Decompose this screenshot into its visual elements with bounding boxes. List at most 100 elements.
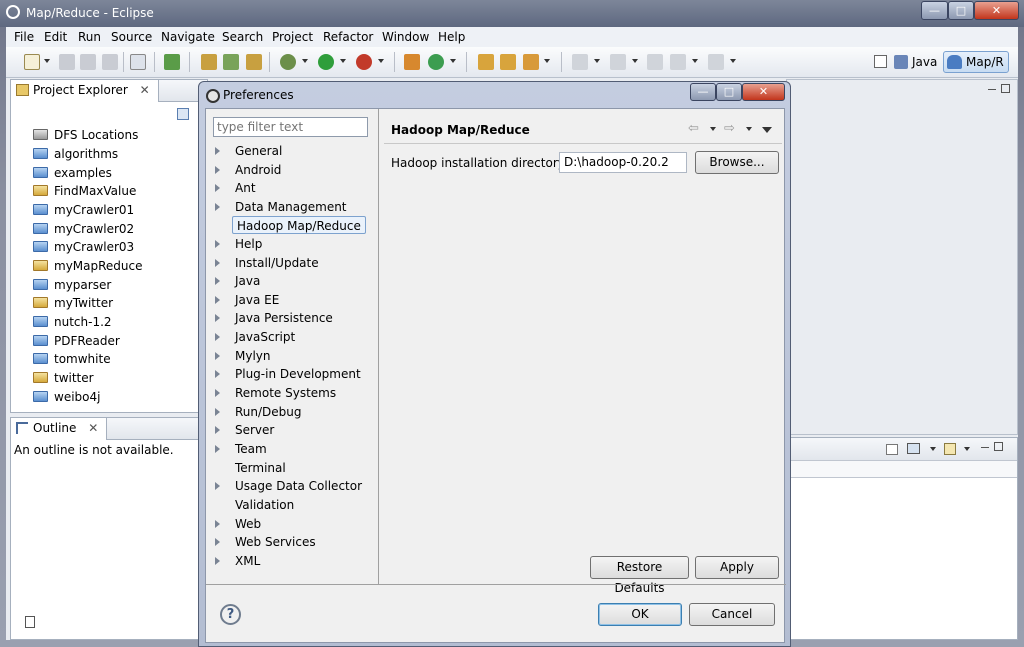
expand-arrow-icon[interactable]: [215, 203, 220, 211]
expand-arrow-icon[interactable]: [215, 259, 220, 267]
forward-arrow-icon[interactable]: ⇨: [724, 121, 735, 136]
expand-arrow-icon[interactable]: [215, 166, 220, 174]
new-icon[interactable]: [24, 54, 40, 70]
prev-annotation-icon[interactable]: [610, 54, 626, 70]
dialog-close-button[interactable]: ✕: [742, 83, 785, 101]
last-edit-icon[interactable]: [647, 54, 663, 70]
tree-item-nutch[interactable]: nutch-1.2: [33, 313, 112, 331]
pref-usage-data-collector[interactable]: Usage Data Collector: [215, 477, 362, 495]
back-icon[interactable]: [670, 54, 686, 70]
outline-tab[interactable]: Outline ✕: [11, 418, 108, 440]
tree-item-algorithms[interactable]: algorithms: [33, 145, 118, 163]
tree-item-twitter[interactable]: twitter: [33, 369, 94, 387]
menu-source[interactable]: Source: [111, 30, 152, 44]
tree-item-mycrawler03[interactable]: myCrawler03: [33, 238, 134, 256]
expand-arrow-icon[interactable]: [215, 445, 220, 453]
expand-arrow-icon[interactable]: [215, 147, 220, 155]
pref-hadoop-mapreduce[interactable]: Hadoop Map/Reduce: [232, 216, 366, 234]
tree-item-examples[interactable]: examples: [33, 164, 112, 182]
tree-item-weibo4j[interactable]: weibo4j: [33, 388, 100, 406]
new-file-icon[interactable]: [246, 54, 262, 70]
new-view-icon[interactable]: [944, 443, 956, 455]
forward-icon[interactable]: [708, 54, 724, 70]
menu-file[interactable]: File: [14, 30, 34, 44]
pref-run-debug[interactable]: Run/Debug: [215, 403, 302, 421]
pref-install-update[interactable]: Install/Update: [215, 254, 319, 272]
ok-button[interactable]: OK: [598, 603, 682, 626]
maximize-bottom-icon[interactable]: [994, 442, 1003, 451]
pref-data-management[interactable]: Data Management: [215, 198, 347, 216]
java-perspective[interactable]: Java: [892, 53, 937, 71]
minimize-view-icon[interactable]: [988, 89, 996, 91]
menu-run[interactable]: Run: [78, 30, 101, 44]
pref-ant[interactable]: Ant: [215, 179, 256, 197]
menu-search[interactable]: Search: [222, 30, 263, 44]
dialog-maximize-button[interactable]: □: [716, 83, 742, 101]
tree-item-myparser[interactable]: myparser: [33, 276, 111, 294]
pref-general[interactable]: General: [215, 142, 282, 160]
pref-web-services[interactable]: Web Services: [215, 533, 316, 551]
browse-button[interactable]: Browse...: [695, 151, 779, 174]
restore-defaults-button[interactable]: Restore Defaults: [590, 556, 689, 595]
apply-button[interactable]: Apply: [695, 556, 779, 579]
next-annotation-icon[interactable]: [572, 54, 588, 70]
pref-java[interactable]: Java: [215, 272, 260, 290]
download-icon[interactable]: [164, 54, 180, 70]
pane-separator[interactable]: [378, 109, 379, 584]
binary-icon[interactable]: [130, 54, 146, 70]
expand-arrow-icon[interactable]: [215, 370, 220, 378]
collapse-all-icon[interactable]: [177, 108, 189, 120]
expand-arrow-icon[interactable]: [215, 277, 220, 285]
back-arrow-icon[interactable]: ⇦: [688, 121, 699, 136]
view-menu-icon[interactable]: [762, 127, 772, 133]
pref-help[interactable]: Help: [215, 235, 262, 253]
pref-web[interactable]: Web: [215, 515, 261, 533]
expand-arrow-icon[interactable]: [215, 482, 220, 490]
expand-arrow-icon[interactable]: [215, 333, 220, 341]
open-folder-icon[interactable]: [500, 54, 516, 70]
tree-item-mycrawler02[interactable]: myCrawler02: [33, 220, 134, 238]
menu-navigate[interactable]: Navigate: [161, 30, 215, 44]
new-package-icon[interactable]: [201, 54, 217, 70]
tree-item-pdfreader[interactable]: PDFReader: [33, 332, 120, 350]
filter-input[interactable]: [213, 117, 368, 137]
tree-item-dfs-locations[interactable]: DFS Locations: [33, 126, 138, 144]
hadoop-dir-input[interactable]: D:\hadoop-0.20.2: [559, 152, 687, 173]
pin-icon[interactable]: [886, 444, 898, 455]
close-tab-icon[interactable]: ✕: [140, 83, 150, 97]
new-class-icon[interactable]: [223, 54, 239, 70]
pref-terminal[interactable]: Terminal: [228, 459, 286, 477]
pref-android[interactable]: Android: [215, 161, 281, 179]
pref-java-persistence[interactable]: Java Persistence: [215, 309, 333, 327]
print-icon[interactable]: [102, 54, 118, 70]
pref-team[interactable]: Team: [215, 440, 267, 458]
expand-arrow-icon[interactable]: [215, 408, 220, 416]
expand-arrow-icon[interactable]: [215, 426, 220, 434]
expand-arrow-icon[interactable]: [215, 352, 220, 360]
pref-server[interactable]: Server: [215, 421, 274, 439]
pref-plugin-development[interactable]: Plug-in Development: [215, 365, 361, 383]
project-explorer-tab[interactable]: Project Explorer ✕: [11, 80, 159, 102]
close-tab-icon[interactable]: ✕: [88, 421, 98, 435]
menu-refactor[interactable]: Refactor: [323, 30, 373, 44]
maximize-button[interactable]: □: [948, 1, 974, 20]
pref-mylyn[interactable]: Mylyn: [215, 347, 271, 365]
fast-view-icon[interactable]: [25, 616, 35, 628]
tree-item-mymapreduce[interactable]: myMapReduce: [33, 257, 143, 275]
minimize-button[interactable]: —: [921, 1, 948, 20]
new-java-project-icon[interactable]: [404, 54, 420, 70]
close-button[interactable]: ✕: [974, 1, 1019, 20]
mapreduce-perspective[interactable]: Map/R: [943, 51, 1009, 73]
run-icon[interactable]: [318, 54, 334, 70]
pref-java-ee[interactable]: Java EE: [215, 291, 279, 309]
cancel-button[interactable]: Cancel: [689, 603, 775, 626]
save-all-icon[interactable]: [80, 54, 96, 70]
open-type-icon[interactable]: [478, 54, 494, 70]
pref-xml[interactable]: XML: [215, 552, 260, 570]
open-perspective-icon[interactable]: [874, 55, 887, 68]
expand-arrow-icon[interactable]: [215, 538, 220, 546]
tree-item-mycrawler01[interactable]: myCrawler01: [33, 201, 134, 219]
tree-item-tomwhite[interactable]: tomwhite: [33, 350, 111, 368]
maximize-view-icon[interactable]: [1001, 84, 1010, 93]
tree-item-mytwitter[interactable]: myTwitter: [33, 294, 113, 312]
